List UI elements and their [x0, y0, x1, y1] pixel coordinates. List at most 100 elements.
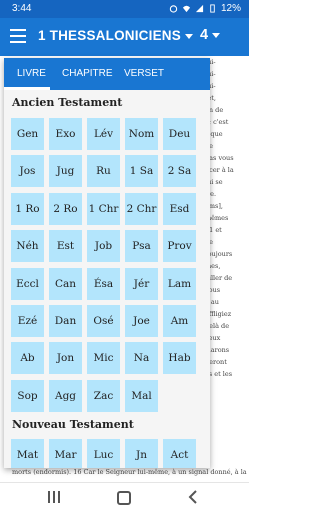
book-button[interactable]: Am — [163, 305, 196, 337]
section-nouveau-testament: Nouveau Testament — [12, 418, 134, 431]
section-ancien-testament: Ancien Testament — [12, 96, 123, 109]
reading-line: affligiez — [205, 310, 232, 318]
book-button[interactable]: 1 Ro — [11, 192, 44, 225]
book-button[interactable]: Zac — [87, 379, 120, 412]
book-picker-popup: LIVRE CHAPITRE VERSET Ancien Testament N… — [4, 58, 210, 468]
book-title: 1 THESSALONICIENS — [38, 28, 181, 43]
reading-line: lui- — [205, 58, 216, 66]
book-button[interactable]: Job — [87, 230, 120, 263]
back-icon[interactable] — [186, 489, 200, 505]
chevron-down-icon — [212, 32, 221, 38]
reading-line: mêmes — [205, 214, 229, 222]
reading-line: 11 et — [205, 226, 222, 234]
wifi-icon — [182, 5, 191, 13]
book-button[interactable]: Sop — [11, 379, 44, 412]
chevron-down-icon — [184, 33, 193, 39]
book-button[interactable]: Néh — [11, 230, 44, 263]
book-button[interactable]: Na — [125, 342, 158, 375]
reading-line: e au — [205, 298, 219, 306]
book-button[interactable]: Esd — [163, 192, 196, 225]
book-button[interactable]: Eccl — [11, 267, 44, 300]
book-button[interactable]: Jug — [49, 155, 82, 188]
book-button[interactable]: Luc — [87, 439, 120, 468]
reading-line: lui se — [205, 178, 223, 186]
book-button[interactable]: Jér — [125, 267, 158, 300]
reading-text: lui-lui-lui-fet, on de e; c'est s que de pas … — [205, 56, 249, 486]
menu-icon[interactable] — [10, 29, 26, 43]
book-button[interactable]: Jn — [125, 439, 158, 468]
book-button[interactable]: Lév — [87, 118, 120, 150]
book-button[interactable]: 2 Sa — [163, 155, 196, 188]
reading-line: on de — [205, 106, 224, 114]
book-button[interactable]: 2 Chr — [125, 192, 158, 225]
home-icon[interactable] — [117, 491, 131, 505]
alarm-icon — [169, 5, 178, 13]
book-selector[interactable]: 1 THESSALONICIENS — [38, 28, 193, 43]
book-button[interactable]: Mat — [11, 439, 44, 468]
book-button[interactable]: Ru — [87, 155, 120, 188]
book-button[interactable]: Est — [49, 230, 82, 263]
book-button[interactable]: 2 Ro — [49, 192, 82, 225]
picker-tabs: LIVRE CHAPITRE VERSET — [4, 58, 210, 90]
book-button[interactable]: Mic — [87, 342, 120, 375]
book-button[interactable]: Mal — [125, 379, 158, 412]
reading-line: ire. — [205, 190, 217, 198]
chapter-selector[interactable]: 4 — [200, 27, 221, 43]
reading-line: fet, — [205, 94, 216, 102]
book-button[interactable]: Jon — [49, 342, 82, 375]
recent-apps-icon[interactable] — [48, 491, 60, 503]
book-button[interactable]: Joe — [125, 305, 158, 337]
status-icons: 12% — [169, 3, 241, 14]
book-button[interactable]: Nom — [125, 118, 158, 150]
status-time: 3:44 — [12, 3, 32, 14]
book-button[interactable]: Osé — [87, 305, 120, 337]
reading-line: de — [205, 140, 249, 152]
tab-verset[interactable]: VERSET — [124, 68, 164, 79]
book-button[interactable]: Prov — [163, 230, 196, 263]
reading-line: vous — [205, 286, 221, 294]
reading-line: pas vous — [205, 154, 234, 162]
reading-line: s que — [205, 130, 223, 138]
android-nav-bar — [0, 482, 249, 513]
reading-line: ncer à la — [205, 166, 234, 174]
book-button[interactable]: 1 Sa — [125, 155, 158, 188]
reading-line: delà de — [205, 322, 230, 330]
reading-line: e; c'est — [205, 118, 229, 126]
book-button[interactable]: Agg — [49, 379, 82, 412]
book-button[interactable]: Ab — [11, 342, 44, 375]
battery-icon — [210, 4, 215, 13]
status-bar: 3:44 12% — [0, 0, 249, 18]
book-button[interactable]: 1 Chr — [87, 192, 120, 225]
reading-line: lui- — [205, 70, 216, 78]
reading-line: toujours — [205, 250, 233, 258]
book-button[interactable]: Gen — [11, 118, 44, 150]
reading-line: ams], — [205, 202, 223, 210]
reading-line: ne — [205, 236, 249, 248]
book-button[interactable]: Psa — [125, 230, 158, 263]
reading-line: neront — [205, 358, 227, 366]
book-button[interactable]: Exo — [49, 118, 82, 150]
book-button[interactable]: Lam — [163, 267, 196, 300]
active-tab-indicator — [4, 87, 50, 90]
reading-text-bottom: morts (endormis). 16 Car le Seigneur lui… — [12, 468, 247, 476]
book-button[interactable]: Ezé — [11, 305, 44, 337]
tab-chapitre[interactable]: CHAPITRE — [62, 68, 113, 79]
book-button[interactable]: Deu — [163, 118, 196, 150]
battery-percent: 12% — [220, 3, 241, 14]
book-button[interactable]: Can — [49, 267, 82, 300]
book-button[interactable]: Act — [163, 439, 196, 468]
book-button[interactable]: Hab — [163, 342, 196, 375]
book-button[interactable]: Ésa — [87, 267, 120, 300]
reading-line: ceux — [205, 334, 221, 342]
reading-line: clarons — [205, 346, 230, 354]
reading-line: es et les — [205, 370, 233, 378]
tab-livre[interactable]: LIVRE — [17, 68, 46, 79]
reading-line: lui- — [205, 82, 216, 90]
app-bar: 1 THESSALONICIENS 4 — [0, 18, 249, 56]
reading-line: mes, — [205, 262, 221, 270]
book-button[interactable]: Jos — [11, 155, 44, 188]
book-button[interactable]: Mar — [49, 439, 82, 468]
chapter-number: 4 — [200, 27, 209, 43]
book-button[interactable]: Dan — [49, 305, 82, 337]
reading-line: ailler de — [205, 274, 233, 282]
